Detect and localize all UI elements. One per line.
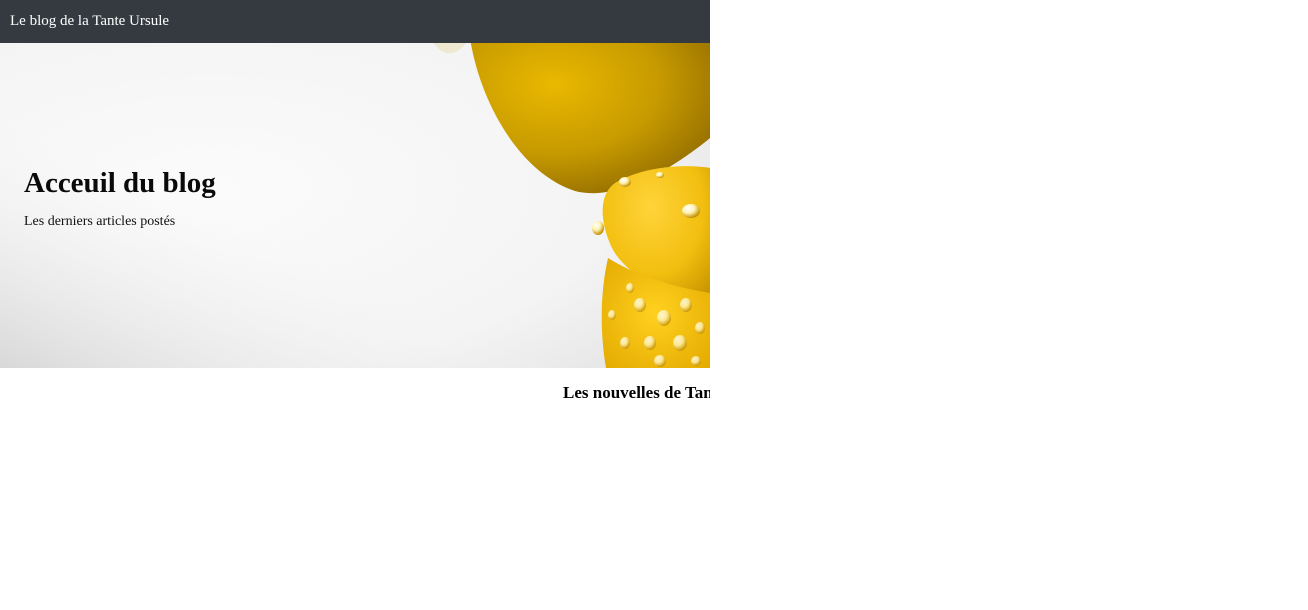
hero-subtitle: Les derniers articles postés (24, 214, 176, 229)
hero-banner: Acceuil du blog Les derniers articles po… (0, 43, 710, 368)
hero-flower-image (0, 43, 710, 368)
navbar-brand-link[interactable]: Le blog de la Tante Ursule (10, 12, 169, 30)
hero-title: Acceuil du blog (24, 167, 216, 199)
section-title: Les nouvelles de Tante Ursule (563, 383, 710, 402)
page: Le blog de la Tante Ursule Acceuil du bl… (0, 0, 1308, 610)
viewport-frame: Le blog de la Tante Ursule Acceuil du bl… (0, 0, 710, 610)
top-navbar: Le blog de la Tante Ursule (0, 0, 710, 43)
